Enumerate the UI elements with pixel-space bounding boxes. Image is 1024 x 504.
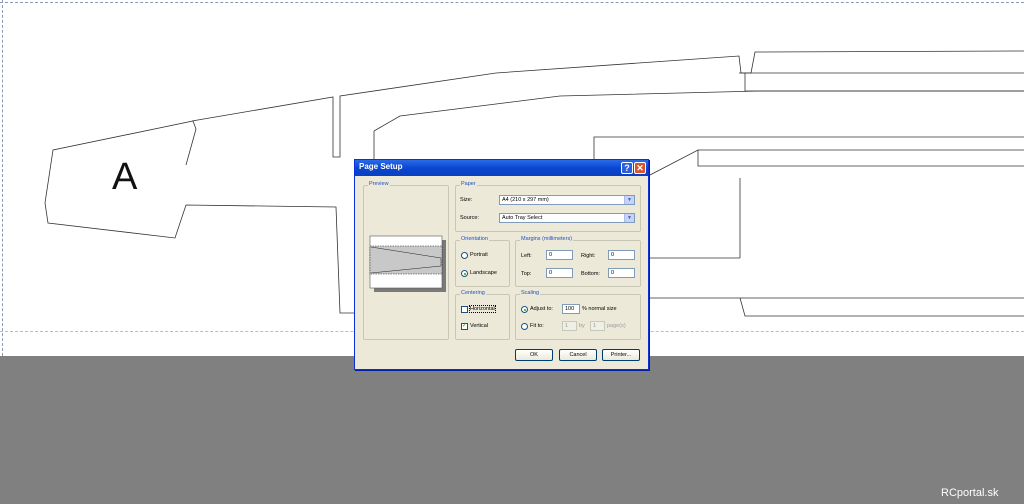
part-outline-upper xyxy=(191,50,1024,158)
printer-button[interactable]: Printer... xyxy=(602,349,640,361)
fit-suffix-label: page(s) xyxy=(607,323,626,329)
dialog-titlebar[interactable]: Page Setup ? ✕ xyxy=(355,160,648,176)
margin-left-label: Left: xyxy=(521,253,532,259)
part-label: A xyxy=(112,156,138,198)
chevron-down-icon: ▼ xyxy=(624,196,634,204)
cancel-button[interactable]: Cancel xyxy=(559,349,597,361)
part-outline-a xyxy=(44,120,354,314)
margin-right-label: Right: xyxy=(581,253,596,259)
paper-size-select[interactable]: A4 (210 x 297 mm) ▼ xyxy=(499,195,635,205)
orientation-group: Orientation xyxy=(455,236,510,287)
scaling-group-label: Scaling xyxy=(520,290,541,296)
paper-group-label: Paper xyxy=(460,181,477,187)
portrait-label[interactable]: Portrait xyxy=(470,252,488,258)
margin-top-label: Top: xyxy=(521,271,532,277)
preview-page-icon xyxy=(369,235,446,292)
landscape-label[interactable]: Landscape xyxy=(470,270,497,276)
part-outline-middle xyxy=(373,90,1024,132)
fit-to-radio[interactable] xyxy=(521,323,528,330)
paper-source-select[interactable]: Auto Tray Select ▼ xyxy=(499,213,635,223)
page-setup-dialog: Page Setup ? ✕ Preview Paper Size: A4 (2… xyxy=(354,159,649,370)
scaling-group: Scaling xyxy=(515,290,641,340)
part-outline-right xyxy=(593,136,1024,159)
centering-group-label: Centering xyxy=(460,290,486,296)
margins-group-label: Margins (millimeters) xyxy=(520,236,574,242)
close-icon[interactable]: ✕ xyxy=(634,162,646,174)
paper-size-value: A4 (210 x 297 mm) xyxy=(502,197,549,203)
landscape-radio[interactable] xyxy=(461,270,468,277)
centering-group: Centering xyxy=(455,290,510,340)
fit-wide-input[interactable]: 1 xyxy=(562,321,577,331)
preview-group: Preview xyxy=(363,181,449,340)
chevron-down-icon: ▼ xyxy=(624,214,634,222)
margins-group: Margins (millimeters) xyxy=(515,236,641,287)
margin-bottom-label: Bottom: xyxy=(581,271,600,277)
paper-group: Paper xyxy=(455,181,641,232)
margin-bottom-input[interactable]: 0 xyxy=(608,268,635,278)
horizontal-label[interactable]: Horizontal xyxy=(469,305,496,313)
fit-to-label[interactable]: Fit to: xyxy=(530,323,544,329)
margin-top-input[interactable]: 0 xyxy=(546,268,573,278)
size-label: Size: xyxy=(460,197,473,203)
preview-group-label: Preview xyxy=(368,181,390,187)
horizontal-checkbox[interactable] xyxy=(461,306,468,313)
help-icon[interactable]: ? xyxy=(621,162,633,174)
fit-by-label: by xyxy=(579,323,585,329)
fit-tall-input[interactable]: 1 xyxy=(590,321,605,331)
adjust-to-input[interactable]: 100 xyxy=(562,304,580,314)
adjust-to-radio[interactable] xyxy=(521,306,528,313)
portrait-radio[interactable] xyxy=(461,252,468,259)
margin-right-input[interactable]: 0 xyxy=(608,250,635,260)
orientation-group-label: Orientation xyxy=(460,236,489,242)
margin-left-input[interactable]: 0 xyxy=(546,250,573,260)
dialog-title: Page Setup xyxy=(359,162,403,171)
paper-source-value: Auto Tray Select xyxy=(502,215,543,221)
watermark: RCportal.sk xyxy=(941,487,999,499)
ok-button[interactable]: OK xyxy=(515,349,553,361)
adjust-to-label[interactable]: Adjust to: xyxy=(530,306,553,312)
source-label: Source: xyxy=(460,215,479,221)
vertical-checkbox[interactable]: ✓ xyxy=(461,323,468,330)
adjust-to-suffix: % normal size xyxy=(582,306,617,312)
vertical-label[interactable]: Vertical xyxy=(470,323,488,329)
